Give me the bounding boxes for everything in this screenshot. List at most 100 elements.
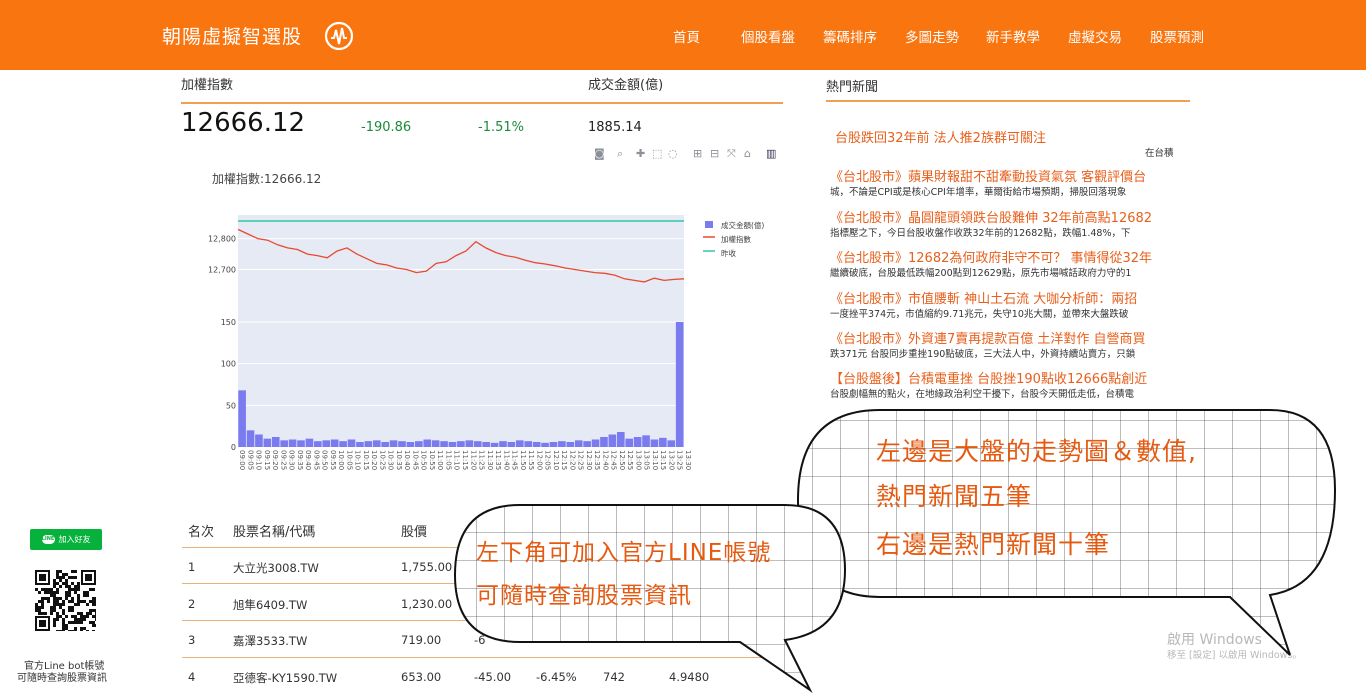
qr-module [68,585,71,588]
nav-home[interactable]: 首頁 [673,26,700,46]
qr-module [68,621,71,624]
volume-bar [558,441,566,447]
x-tick-label: 09:30 [288,450,296,470]
plotly-logo-icon[interactable]: ▥ [766,147,776,160]
left-bubble-line-2: 可隨時查詢股票資訊 [476,583,692,609]
x-tick-label: 13:20 [667,450,675,470]
qr-module [74,591,77,594]
volume-bar [490,442,499,447]
x-tick-label: 10:55 [428,450,436,470]
volume-bar [524,441,533,447]
camera-icon[interactable]: ◙ [594,147,605,160]
qr-module [86,630,89,631]
qr-module [65,579,68,582]
volume-bar [448,442,457,447]
qr-module [35,606,38,609]
qr-module [68,630,71,631]
x-tick-label: 10:15 [362,450,370,470]
nav-stock-view[interactable]: 個股看盤 [741,26,795,46]
qr-module [62,630,65,631]
news-item-title[interactable]: 《台北股市》外資連7賣再提款百億 土洋對作 自營商買 [830,328,1180,347]
table-header-rank: 名次 [188,525,215,540]
lasso-icon[interactable]: ◌ [668,147,678,160]
legend-label[interactable]: 加權指數 [721,234,751,244]
x-tick-label: 10:20 [370,450,378,470]
x-tick-label: 10:10 [354,450,362,470]
nav-multi-chart[interactable]: 多圖走勢 [905,26,959,46]
volume-bar [507,442,516,447]
qr-module [62,600,65,603]
qr-module [86,591,89,594]
table-cell-name[interactable]: 旭隼6409.TW [233,597,307,613]
line-qr-code[interactable] [35,570,96,631]
x-tick-label: 10:45 [411,450,419,470]
news-item-title[interactable]: 《台北股市》市值腰斬 神山土石流 大咖分析師：兩招 [830,288,1180,307]
autoscale-icon[interactable]: ⤧ [727,147,736,161]
box-select-icon[interactable]: ⬚ [652,147,662,160]
nav-tutorial[interactable]: 新手教學 [986,26,1040,46]
x-tick-label: 12:10 [552,450,560,470]
qr-module [53,603,56,606]
nav-chips-sort[interactable]: 籌碼排序 [823,26,877,46]
table-header-price: 股價 [401,525,428,540]
qr-module [56,576,59,579]
zoom-out-icon[interactable]: ⊟ [710,147,719,160]
volume-bar [650,439,659,447]
volume-bar [288,439,297,447]
qr-module [65,585,68,588]
table-cell-name[interactable]: 嘉澤3533.TW [233,633,307,649]
volume-bar [642,435,650,447]
legend-label[interactable]: 昨收 [721,248,736,258]
news-item-title[interactable]: 《台北股市》晶圓龍頭領跌台股難伸 32年前高點12682 [830,207,1180,226]
zoom-icon[interactable]: ⌕ [617,147,623,161]
qr-module [77,585,80,588]
qr-module [50,606,53,609]
qr-module [80,627,83,630]
qr-module [41,612,44,615]
news-item-title[interactable]: 《台北股市》蘋果財報甜不甜牽動投資氣氛 客觀評價台 [830,166,1180,185]
qr-module [77,618,80,621]
qr-module [62,609,65,612]
table-cell-price: 1,755.00 [401,560,453,574]
qr-module [38,612,41,615]
qr-module [77,582,80,585]
brand-name[interactable]: 朝陽虛擬智選股 [162,22,302,49]
legend-volume-swatch [705,221,713,228]
x-tick-label: 11:50 [519,450,527,470]
qr-module [53,594,56,597]
qr-module [39,574,46,581]
qr-module [53,591,56,594]
qr-module [68,600,71,603]
news-item-snippet: 跌371元 台股同步重挫190點破底，三大法人中，外資持續站賣方，只鎖 [830,349,1136,360]
news-item-title[interactable]: 【台股盤後】台積電重挫 台股挫190點收12666點創近 [830,368,1180,387]
reset-axes-icon[interactable]: ⌂ [744,147,751,160]
legend-label[interactable]: 成交金額(億) [721,220,764,230]
qr-module [80,612,83,615]
pan-icon[interactable]: ✚ [636,147,645,160]
qr-module [77,603,80,606]
news-item-title[interactable]: 《台北股市》12682為何政府非守不可？ 事情得從32年 [830,247,1180,266]
line-add-friend-button[interactable]: LINE 加入好友 [30,529,102,550]
volume-bar [482,442,490,447]
windows-watermark-sub: 移至 [設定] 以啟用 Windows。 [1167,650,1302,661]
qr-module [92,597,95,600]
x-tick-label: 10:00 [337,450,345,470]
volume-bar [633,437,642,447]
qr-module [92,615,95,618]
volume-bar [372,440,381,447]
nav-prediction[interactable]: 股票預測 [1150,26,1204,46]
volume-bar [659,437,667,447]
qr-module [77,621,80,624]
table-cell-name[interactable]: 亞德客-KY1590.TW [233,670,337,686]
qr-module [62,573,65,576]
qr-module [53,597,56,600]
table-cell-name[interactable]: 大立光3008.TW [233,560,319,576]
qr-module [80,618,83,621]
qr-module [38,606,41,609]
qr-module [47,600,50,603]
qr-module [83,615,86,618]
nav-virtual-trade[interactable]: 虛擬交易 [1068,26,1122,46]
qr-module [71,609,74,612]
zoom-in-icon[interactable]: ⊞ [693,147,702,160]
news-item-title[interactable]: 台股跌回32年前 法人推2族群可關注 [835,127,1180,146]
